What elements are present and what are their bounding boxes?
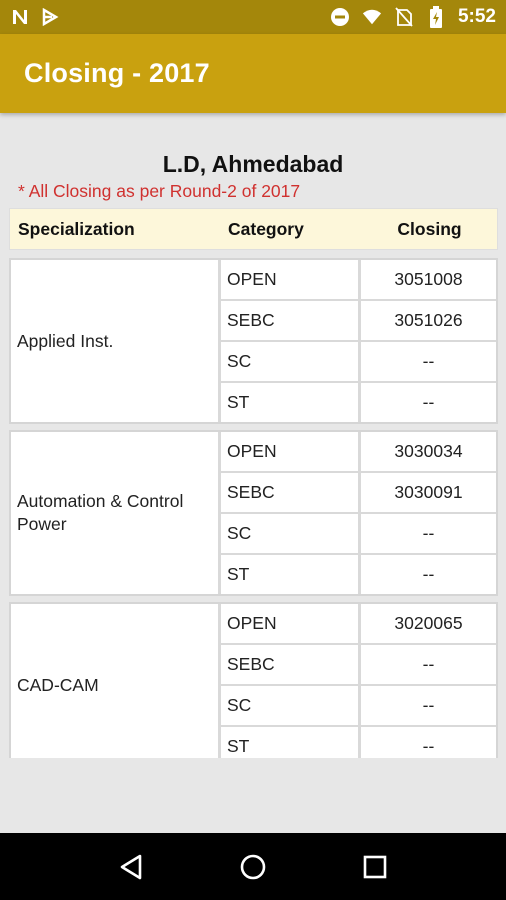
back-icon[interactable] bbox=[111, 847, 151, 887]
closing-cell: 3051026 bbox=[361, 301, 496, 340]
table-header: Specialization Category Closing bbox=[9, 208, 498, 250]
category-cell: ST bbox=[221, 727, 358, 758]
closing-cell: -- bbox=[361, 645, 496, 684]
n-notification-icon bbox=[10, 7, 30, 27]
category-cell: OPEN bbox=[221, 604, 358, 643]
closing-cell: -- bbox=[361, 342, 496, 381]
status-time: 5:52 bbox=[457, 6, 496, 27]
wifi-icon bbox=[362, 7, 382, 27]
status-bar: 5:52 bbox=[0, 0, 506, 34]
closing-note: * All Closing as per Round-2 of 2017 bbox=[18, 181, 301, 201]
closing-cell: 3051008 bbox=[361, 260, 496, 299]
header-category: Category bbox=[228, 218, 304, 239]
category-cell: SC bbox=[221, 686, 358, 725]
page-title: Closing - 2017 bbox=[24, 58, 210, 88]
closing-cell: -- bbox=[361, 514, 496, 553]
closing-cell: -- bbox=[361, 383, 496, 422]
home-icon[interactable] bbox=[233, 847, 273, 887]
specialization-cell: CAD-CAM bbox=[11, 604, 218, 758]
header-closing: Closing bbox=[397, 218, 462, 239]
category-cell: OPEN bbox=[221, 432, 358, 471]
closing-cell: -- bbox=[361, 727, 496, 758]
specialization-cell: Automation & Control Power bbox=[11, 432, 218, 594]
closing-cell: -- bbox=[361, 686, 496, 725]
category-cell: ST bbox=[221, 383, 358, 422]
category-cell: SC bbox=[221, 514, 358, 553]
closing-cell: 3020065 bbox=[361, 604, 496, 643]
category-cell: SEBC bbox=[221, 473, 358, 512]
category-cell: ST bbox=[221, 555, 358, 594]
app-bar: Closing - 2017 bbox=[0, 34, 506, 113]
table-row-group: Automation & Control Power OPEN 3030034 … bbox=[9, 430, 498, 596]
recents-icon[interactable] bbox=[355, 847, 395, 887]
closing-cell: -- bbox=[361, 555, 496, 594]
header-specialization: Specialization bbox=[18, 218, 135, 239]
closing-content[interactable]: L.D, Ahmedabad * All Closing as per Roun… bbox=[0, 113, 506, 758]
battery-charging-icon bbox=[426, 6, 446, 28]
table-row-group: CAD-CAM OPEN 3020065 SEBC -- SC -- ST -- bbox=[9, 602, 498, 758]
category-cell: OPEN bbox=[221, 260, 358, 299]
closing-cell: 3030091 bbox=[361, 473, 496, 512]
no-sim-icon bbox=[394, 7, 414, 27]
college-name: L.D, Ahmedabad bbox=[162, 151, 344, 177]
download-notification-icon bbox=[40, 7, 60, 27]
specialization-cell: Applied Inst. bbox=[11, 260, 218, 422]
category-cell: SEBC bbox=[221, 301, 358, 340]
closing-cell: 3030034 bbox=[361, 432, 496, 471]
table-row-group: Applied Inst. OPEN 3051008 SEBC 3051026 … bbox=[9, 258, 498, 424]
navigation-bar bbox=[0, 833, 506, 900]
category-cell: SEBC bbox=[221, 645, 358, 684]
do-not-disturb-icon bbox=[330, 7, 350, 27]
category-cell: SC bbox=[221, 342, 358, 381]
